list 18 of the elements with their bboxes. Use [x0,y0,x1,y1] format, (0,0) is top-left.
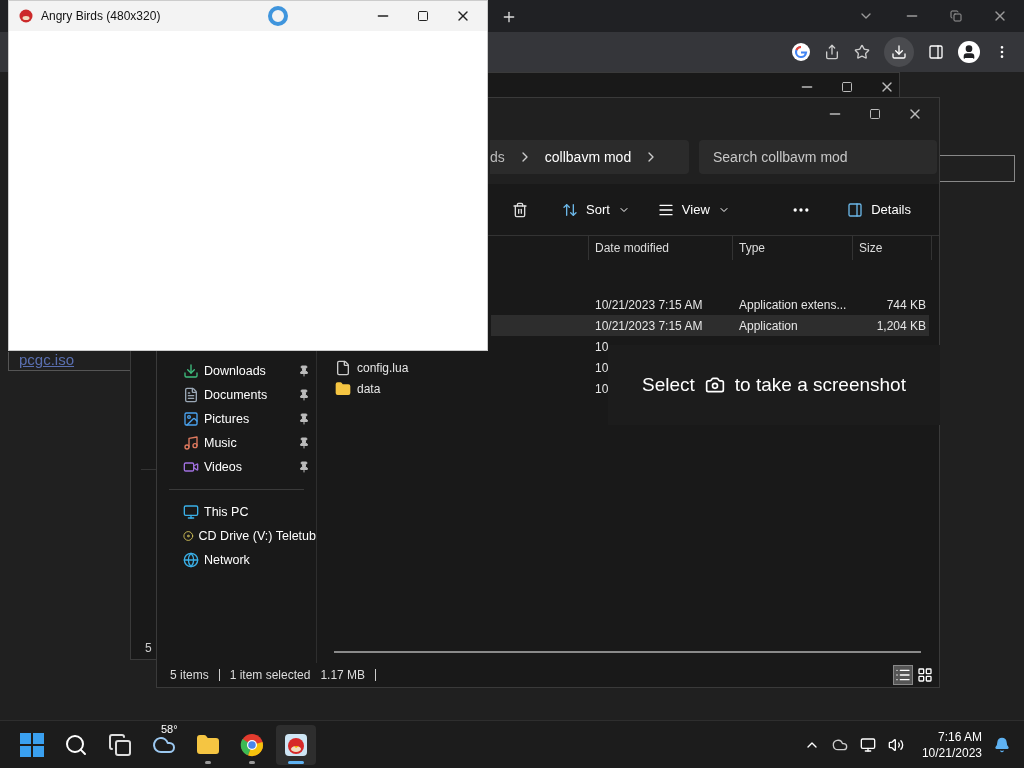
status-text: 5 items [170,667,209,684]
toast-text: to take a screenshot [734,372,906,397]
toast-text: Select [642,372,695,397]
status-text: 5 [145,640,152,657]
type-cell-text: Application [738,317,799,335]
file-name: config.lua [357,359,409,377]
date-cell-text: 10/21/2023 7:15 AM [594,317,704,335]
size-cell-text: 1,204 KB [875,317,926,335]
type-cell-text: Application extens... [738,296,848,314]
window-title: Angry Birds (480x320) [41,8,161,25]
date-cell-text: 10 [594,359,609,377]
date-cell-text: 10 [594,380,609,398]
date-cell-text: 10/21/2023 7:15 AM [594,296,704,314]
status-text: 1 item selected [229,667,311,684]
size-cell-text: 744 KB [885,296,926,314]
status-text: 1.17 MB [320,667,366,684]
date-cell-text: 10 [594,338,609,356]
file-name: data [357,380,381,398]
